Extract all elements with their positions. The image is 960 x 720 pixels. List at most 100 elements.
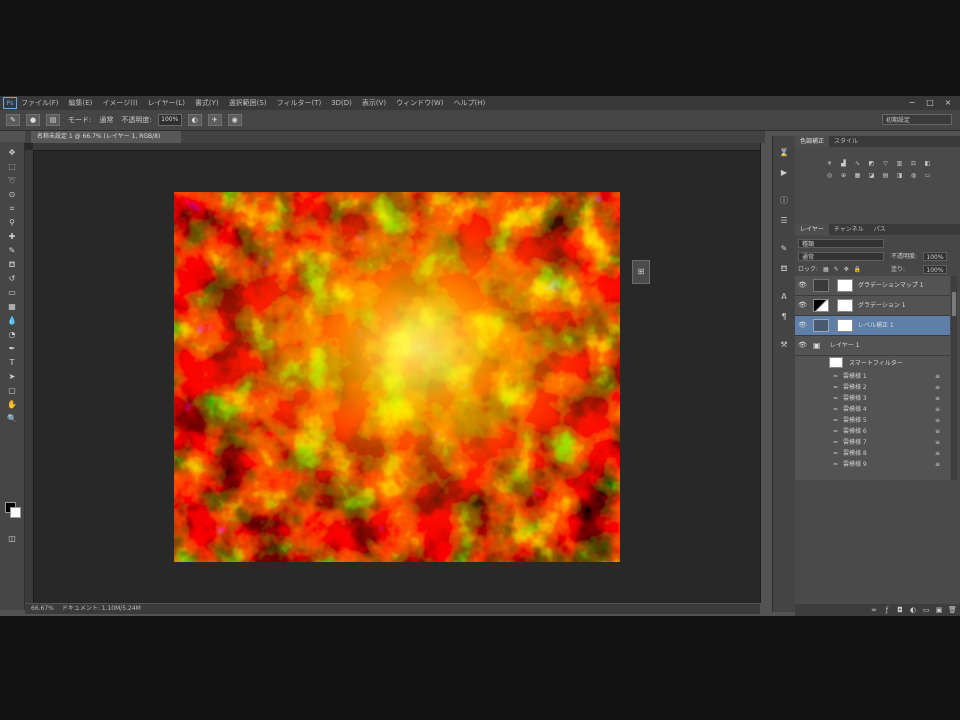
color-lookup-icon[interactable]: ▦ (853, 172, 862, 180)
healing-brush-tool-icon[interactable]: ✚ (6, 232, 18, 241)
mode-select[interactable]: 通常 (99, 115, 113, 125)
document-canvas[interactable] (174, 192, 620, 562)
layer-row[interactable]: 👁 ▣ レイヤー 1 (795, 336, 950, 356)
filter-row[interactable]: ≈ 雲模様 3 ≡ (795, 394, 950, 404)
maximize-button[interactable]: □ (924, 97, 936, 108)
hue-saturation-icon[interactable]: ▥ (895, 160, 904, 168)
filter-row[interactable]: ≈ 雲模様 4 ≡ (795, 405, 950, 415)
minimize-button[interactable]: − (906, 97, 918, 108)
eye-icon[interactable]: 👁 (798, 341, 807, 349)
dodge-tool-icon[interactable]: ◔ (6, 330, 18, 339)
tab-paths[interactable]: パス (869, 224, 891, 235)
toggle-brush-panel-icon[interactable]: ▤ (46, 114, 60, 126)
menu-view[interactable]: 表示(V) (362, 98, 386, 108)
fill-field[interactable]: 100% (923, 265, 947, 274)
brush-preset-icon[interactable]: ✎ (6, 114, 20, 126)
menu-filter[interactable]: フィルター(T) (277, 98, 322, 108)
layer-row[interactable]: 👁 グラデーション 1 (795, 296, 950, 316)
zoom-level[interactable]: 66.67% (31, 605, 54, 612)
scrollbar-thumb[interactable] (952, 292, 956, 316)
history-brush-tool-icon[interactable]: ↺ (6, 274, 18, 283)
tool-presets-panel-icon[interactable]: ⚒ (778, 340, 790, 350)
menu-help[interactable]: ヘルプ(H) (454, 98, 486, 108)
new-layer-icon[interactable]: ▣ (935, 606, 943, 614)
filter-row[interactable]: ≈ 雲模様 7 ≡ (795, 438, 950, 448)
channel-mixer-icon[interactable]: ⊕ (839, 172, 848, 180)
tab-adjustments[interactable]: 色調補正 (795, 136, 830, 147)
lock-transparency-icon[interactable]: ▦ (823, 265, 829, 274)
properties-panel-icon[interactable]: ☰ (778, 216, 790, 226)
close-button[interactable]: × (942, 97, 954, 108)
mask-thumbnail[interactable] (837, 299, 853, 312)
eye-icon[interactable]: 👁 (798, 281, 807, 289)
vibrance-icon[interactable]: ▽ (881, 160, 890, 168)
delete-layer-icon[interactable]: 🗑 (948, 606, 957, 614)
pen-tool-icon[interactable]: ✒ (6, 344, 18, 353)
filter-options-icon[interactable]: ≡ (935, 428, 940, 436)
link-layers-icon[interactable]: ∞ (870, 606, 878, 614)
menu-image[interactable]: イメージ(I) (102, 98, 137, 108)
filter-mask-thumbnail[interactable] (829, 357, 843, 368)
quick-select-tool-icon[interactable]: ⊙ (6, 190, 18, 199)
brightness-contrast-icon[interactable]: ☀ (825, 160, 834, 168)
quick-mask-icon[interactable]: ◫ (6, 534, 18, 543)
workspace-select[interactable]: 初期設定 (882, 114, 952, 125)
path-select-tool-icon[interactable]: ➤ (6, 372, 18, 381)
character-panel-icon[interactable]: A (778, 292, 790, 302)
move-tool-icon[interactable]: ✥ (6, 148, 18, 157)
filter-options-icon[interactable]: ≡ (935, 373, 940, 381)
new-adjustment-icon[interactable]: ◐ (909, 606, 917, 614)
clone-stamp-tool-icon[interactable]: ⛾ (6, 260, 18, 269)
shape-tool-icon[interactable]: ▢ (6, 386, 18, 395)
clone-source-panel-icon[interactable]: ⛾ (778, 264, 790, 274)
menu-type[interactable]: 書式(Y) (195, 98, 219, 108)
gradient-tool-icon[interactable]: ▦ (6, 302, 18, 311)
filter-options-icon[interactable]: ≡ (935, 384, 940, 392)
type-tool-icon[interactable]: T (6, 358, 18, 367)
lock-all-icon[interactable]: 🔒 (854, 265, 861, 274)
tab-styles[interactable]: スタイル (829, 136, 863, 147)
background-color-swatch[interactable] (10, 507, 21, 518)
eye-icon[interactable]: 👁 (798, 301, 807, 309)
document-tab[interactable]: 名称未設定 1 @ 66.7% (レイヤー 1, RGB/8) (31, 131, 181, 143)
color-balance-icon[interactable]: ⚖ (909, 160, 918, 168)
actions-panel-icon[interactable]: ▶ (778, 168, 790, 178)
mask-thumbnail[interactable] (837, 279, 853, 292)
filter-row[interactable]: ≈ 雲模様 6 ≡ (795, 427, 950, 437)
smart-filter-row[interactable]: スマートフィルター (795, 356, 950, 370)
brush-panel-icon[interactable]: ✎ (778, 244, 790, 254)
layer-kind-filter[interactable]: 種類 (798, 239, 884, 248)
selective-color-icon[interactable]: ◍ (909, 172, 918, 180)
filter-options-icon[interactable]: ≡ (935, 439, 940, 447)
filter-row[interactable]: ≈ 雲模様 8 ≡ (795, 449, 950, 459)
marquee-tool-icon[interactable]: ⬚ (6, 162, 18, 171)
pressure-opacity-icon[interactable]: ◐ (187, 114, 202, 126)
gradient-map-icon[interactable]: ▭ (923, 172, 932, 180)
black-white-icon[interactable]: ◧ (923, 160, 932, 168)
invert-icon[interactable]: ◪ (867, 172, 876, 180)
posterize-icon[interactable]: ▤ (881, 172, 890, 180)
brush-tool-icon[interactable]: ✎ (6, 246, 18, 255)
filter-options-icon[interactable]: ≡ (935, 450, 940, 458)
blur-tool-icon[interactable]: 💧 (6, 316, 18, 325)
blend-mode-select[interactable]: 通常 (798, 252, 884, 261)
eye-icon[interactable]: 👁 (798, 321, 807, 329)
filter-row[interactable]: ≈ 雲模様 1 ≡ (795, 372, 950, 382)
pressure-size-icon[interactable]: ◉ (227, 114, 242, 126)
menu-file[interactable]: ファイル(F) (21, 98, 59, 108)
curves-icon[interactable]: ∿ (853, 160, 862, 168)
floating-panel-icon[interactable]: ⊞ (632, 260, 650, 284)
lasso-tool-icon[interactable]: ➰ (6, 176, 18, 185)
mask-thumbnail[interactable] (837, 319, 853, 332)
filter-options-icon[interactable]: ≡ (935, 406, 940, 414)
photo-filter-icon[interactable]: ◎ (825, 172, 834, 180)
airbrush-icon[interactable]: ✈ (207, 114, 222, 126)
filter-row[interactable]: ≈ 雲模様 9 ≡ (795, 460, 950, 470)
paragraph-panel-icon[interactable]: ¶ (778, 312, 790, 322)
eraser-tool-icon[interactable]: ▭ (6, 288, 18, 297)
menu-layer[interactable]: レイヤー(L) (148, 98, 185, 108)
layer-row-selected[interactable]: 👁 レベル補正 1 (795, 316, 950, 336)
menu-window[interactable]: ウィンドウ(W) (396, 98, 443, 108)
eyedropper-tool-icon[interactable]: ⚲ (6, 218, 18, 227)
menu-select[interactable]: 選択範囲(S) (229, 98, 267, 108)
